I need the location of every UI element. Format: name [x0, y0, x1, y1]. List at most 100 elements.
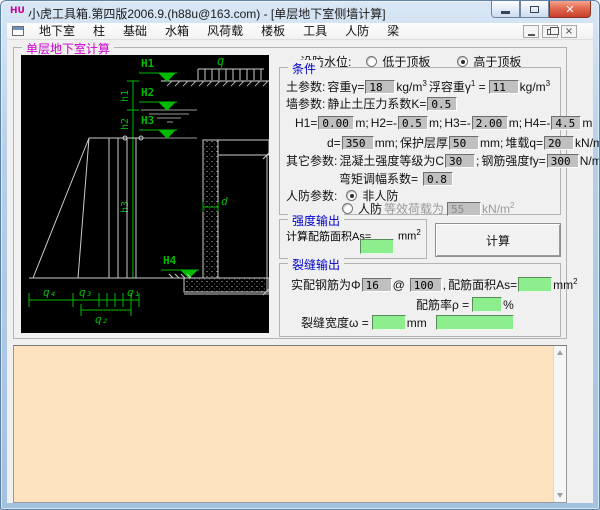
- moment-label: 弯矩调幅系数=: [339, 170, 418, 187]
- results-scrollbar[interactable]: [553, 346, 566, 502]
- equiv-load-input[interactable]: 55: [447, 202, 481, 216]
- buoyant-unit: kg/m3: [520, 79, 550, 94]
- scroll-down-icon[interactable]: [557, 493, 563, 498]
- soil-params-row: 土参数: 容重γ= 18 kg/m3 浮容重γ1 = 11 kg/m3: [285, 78, 551, 95]
- h2-unit: m;: [429, 116, 442, 130]
- cover-label: 保护层厚: [400, 134, 448, 151]
- menu-item-civildefense[interactable]: 人防: [336, 21, 378, 41]
- concrete-input[interactable]: 30: [445, 154, 475, 168]
- cover-input[interactable]: 50: [449, 136, 479, 150]
- diagram-label-q2: q₂: [95, 313, 108, 326]
- crack-width-unit: mm: [407, 316, 427, 330]
- radio-civil-defense-label[interactable]: 人防: [358, 200, 382, 217]
- mdi-restore-button[interactable]: [542, 25, 558, 38]
- cover-unit: mm;: [480, 136, 503, 150]
- menu-item-basement[interactable]: 地下室: [30, 21, 84, 41]
- menu-item-beam[interactable]: 梁: [378, 21, 408, 41]
- as-calc-unit: mm2: [398, 228, 421, 243]
- menu-item-watertank[interactable]: 水箱: [156, 21, 198, 41]
- h-values-row: H1= 0.00 m; H2=- 0.5 m; H3=- 2.00 m; H4=…: [294, 116, 593, 130]
- mdi-close-icon: ×: [565, 26, 573, 37]
- close-button[interactable]: ✕: [549, 1, 591, 18]
- rebar-diameter-input[interactable]: 16: [362, 278, 392, 292]
- menu-item-windload[interactable]: 风荷载: [198, 21, 252, 41]
- fy-label: 钢筋强度fy=: [481, 152, 545, 169]
- gamma-unit: kg/m3: [396, 79, 426, 94]
- as-actual-output: [518, 277, 552, 292]
- surcharge-label: 堆载q=: [505, 134, 543, 151]
- diagram-label-H2: H2: [141, 86, 154, 99]
- d-unit: mm;: [375, 136, 398, 150]
- ratio-row: 配筋率ρ = %: [415, 296, 515, 313]
- crack-groupbox: 裂缝输出 实配钢筋为Φ 16 @ 100 , 配筋面积As= mm2 配筋率ρ …: [279, 263, 561, 337]
- diagram-label-q: q: [217, 55, 224, 68]
- menu-item-foundation[interactable]: 基础: [114, 21, 156, 41]
- h1-label: H1=: [295, 116, 317, 130]
- strength-groupbox: 强度输出 计算配筋面积As= mm2: [279, 219, 427, 259]
- as-calc-output: [360, 239, 394, 254]
- rebar-spacing-input[interactable]: 100: [410, 278, 442, 292]
- mdi-child-icon[interactable]: [12, 26, 24, 36]
- menu-item-column[interactable]: 柱: [84, 21, 114, 41]
- h4-unit: m: [582, 116, 592, 130]
- strength-group-title: 强度输出: [288, 212, 344, 229]
- surcharge-input[interactable]: 20: [544, 136, 574, 150]
- wall-params-row: 墙参数: 静止土压力系数K= 0.5: [285, 95, 457, 112]
- wall-section-diagram: q H1 H2 H3 H4: [21, 55, 269, 333]
- concrete-label: 混凝土强度等级为C: [339, 152, 444, 169]
- crack-width-row: 裂缝宽度ω = mm: [300, 314, 514, 331]
- buoyant-label: 浮容重γ1 =: [429, 78, 486, 95]
- ratio-output: [472, 297, 502, 312]
- h1-unit: m;: [355, 116, 368, 130]
- h1-input[interactable]: 0.00: [318, 116, 354, 130]
- minimize-button[interactable]: [491, 1, 520, 18]
- mdi-close-button[interactable]: ×: [561, 25, 577, 38]
- diagram-label-H1: H1: [141, 57, 155, 70]
- h2-input[interactable]: 0.5: [398, 116, 428, 130]
- scroll-up-icon[interactable]: [557, 350, 563, 355]
- maximize-button[interactable]: [520, 1, 549, 18]
- rebar-label: 实配钢筋为Φ: [291, 276, 361, 293]
- other-params-label: 其它参数:: [286, 152, 337, 169]
- minimize-icon: [501, 11, 510, 14]
- gamma-input[interactable]: 18: [365, 80, 395, 94]
- diagram-label-H3: H3: [141, 114, 154, 127]
- fy-input[interactable]: 300: [547, 154, 579, 168]
- ratio-label: 配筋率ρ =: [416, 296, 469, 313]
- h4-input[interactable]: 4.5: [551, 116, 581, 130]
- at-label: @: [393, 278, 405, 292]
- calculate-button[interactable]: 计算: [435, 223, 561, 257]
- window-controls: ✕: [491, 1, 591, 18]
- h3-unit: m;: [509, 116, 522, 130]
- as-calc-label: 计算配筋面积As=: [286, 228, 371, 244]
- fy-unit: N/mm2: [580, 153, 600, 168]
- k-input[interactable]: 0.5: [427, 97, 457, 111]
- menu-item-slab[interactable]: 楼板: [252, 21, 294, 41]
- results-textarea[interactable]: [14, 346, 553, 502]
- diagram-canvas: q H1 H2 H3 H4: [21, 55, 269, 333]
- d-input[interactable]: 350: [342, 136, 374, 150]
- conditions-group-title: 条件: [288, 60, 320, 77]
- radio-above-top-slab[interactable]: [457, 56, 468, 67]
- h3-label: H3=-: [444, 116, 470, 130]
- diagram-label-h2: h2: [120, 118, 131, 130]
- title-bar[interactable]: HU 小虎工具箱.第四版2006.9.(h88u@163.com) - [单层地…: [1, 1, 600, 23]
- buoyant-input[interactable]: 11: [489, 80, 519, 94]
- crack-width-output: [372, 315, 406, 330]
- crack-width-note-output: [436, 315, 514, 330]
- soil-params-label: 土参数:: [286, 78, 325, 95]
- wall-params-label: 墙参数:: [286, 95, 325, 112]
- radio-below-top-slab[interactable]: [366, 56, 377, 67]
- diagram-label-h1: h1: [120, 90, 131, 102]
- menu-item-tools[interactable]: 工具: [294, 21, 336, 41]
- mdi-minimize-icon: [528, 34, 535, 36]
- moment-input[interactable]: 0.8: [423, 172, 453, 186]
- h3-input[interactable]: 2.00: [472, 116, 508, 130]
- equiv-load-unit: kN/m2: [482, 201, 514, 216]
- conditions-groupbox: 条件 土参数: 容重γ= 18 kg/m3 浮容重γ1 = 11 kg/m3 墙…: [279, 67, 561, 215]
- moment-row: 弯矩调幅系数= 0.8: [338, 170, 453, 187]
- mdi-minimize-button[interactable]: [523, 25, 539, 38]
- diagram-label-q1: q₁: [127, 286, 140, 299]
- diagram-label-d: d: [221, 195, 228, 208]
- h4-label: H4=-: [524, 116, 550, 130]
